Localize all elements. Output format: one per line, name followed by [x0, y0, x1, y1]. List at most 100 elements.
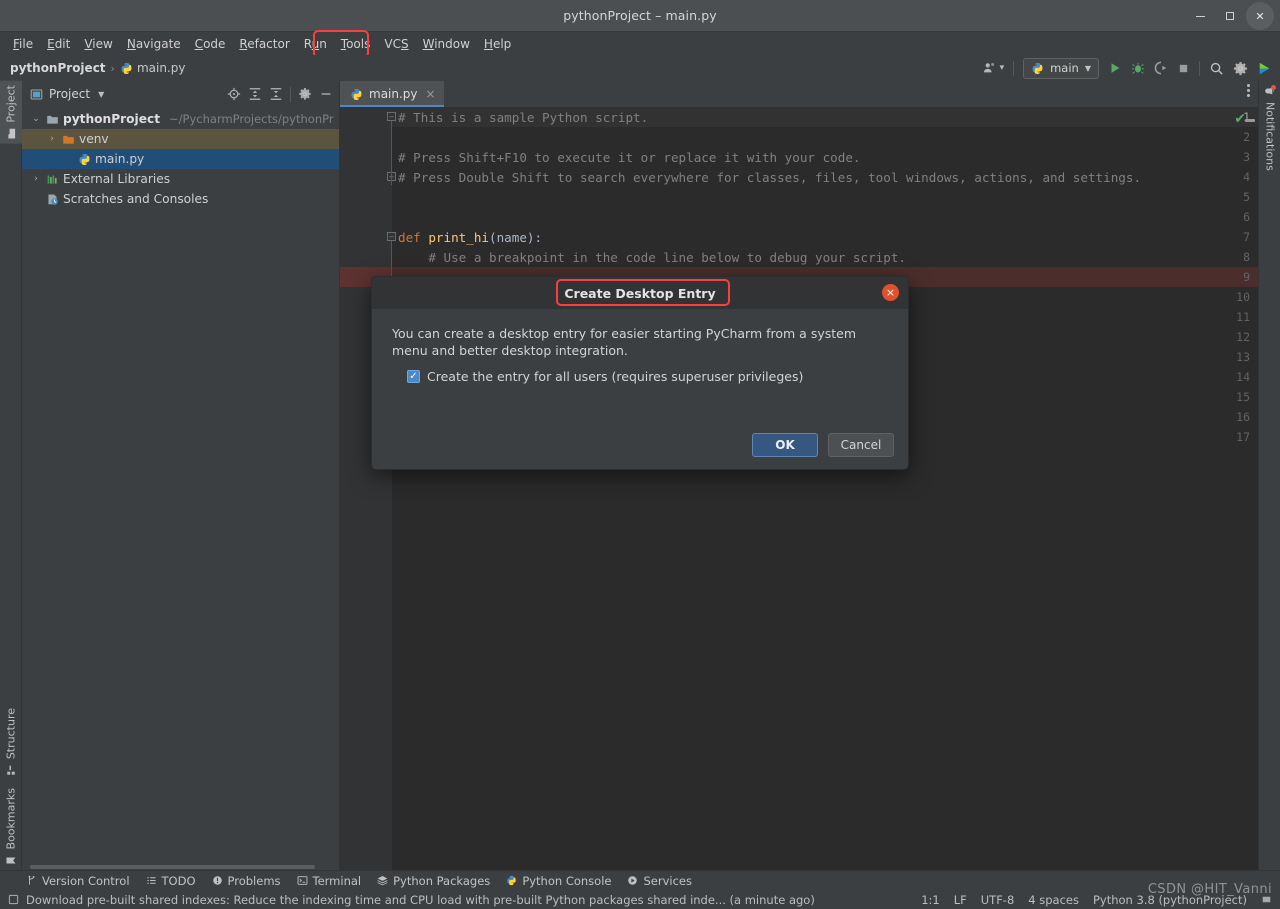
breadcrumb-project[interactable]: pythonProject: [10, 61, 106, 75]
packages-icon: [377, 875, 388, 886]
line-number: 6: [1243, 210, 1250, 224]
window-controls: ✕: [1186, 0, 1274, 32]
tool-window-label: Problems: [227, 873, 281, 888]
account-button[interactable]: ▾: [982, 61, 1004, 75]
status-message[interactable]: Download pre-built shared indexes: Reduc…: [26, 893, 815, 907]
right-tab-label: Notifications: [1263, 102, 1277, 171]
code-line[interactable]: def print_hi(name):: [398, 230, 542, 245]
left-tab-bookmarks[interactable]: Bookmarks: [0, 784, 22, 870]
debug-button[interactable]: [1131, 61, 1145, 75]
tree-item-path: ~/PycharmProjects/pythonPr: [169, 112, 334, 126]
code-token: (name):: [489, 230, 543, 245]
search-icon[interactable]: [1209, 61, 1224, 76]
all-users-checkbox-row[interactable]: ✓ Create the entry for all users (requir…: [392, 369, 888, 384]
code-fold-toggle[interactable]: −: [387, 112, 396, 121]
chevron-down-icon: ▼: [1084, 63, 1091, 73]
menu-item-code[interactable]: Code: [188, 35, 233, 53]
python-file-icon: [350, 88, 363, 101]
tool-window-problems[interactable]: Problems: [212, 874, 281, 888]
caret-position[interactable]: 1:1: [921, 893, 940, 907]
expand-all-icon[interactable]: [248, 87, 262, 101]
tool-window-version-control[interactable]: Version Control: [26, 874, 130, 888]
editor-tab-label: main.py: [369, 87, 418, 101]
project-panel-toolbar: [227, 86, 333, 102]
code-fold-toggle[interactable]: −: [387, 232, 396, 241]
gear-icon[interactable]: [1233, 61, 1248, 76]
tool-window-services[interactable]: Services: [627, 874, 692, 888]
stop-button[interactable]: [1177, 62, 1190, 75]
code-line[interactable]: # Use a breakpoint in the code line belo…: [398, 250, 906, 265]
minimize-icon[interactable]: [319, 87, 333, 101]
run-button[interactable]: [1108, 61, 1122, 75]
memory-icon[interactable]: [1261, 894, 1272, 905]
tree-item-scratches-and-consoles[interactable]: Scratches and Consoles: [22, 189, 339, 209]
tree-expand-arrow[interactable]: ⌄: [30, 114, 42, 124]
tree-expand-arrow[interactable]: ›: [30, 174, 42, 184]
ok-button[interactable]: OK: [752, 433, 818, 457]
tree-item-venv[interactable]: › venv: [22, 129, 339, 149]
code-editor[interactable]: 1− # This is a sample Python script. 2 3 # P…: [340, 107, 1258, 870]
gear-icon[interactable]: [298, 87, 312, 101]
encoding[interactable]: UTF-8: [981, 893, 1015, 907]
code-token: # Press Double Shift to search everywher…: [398, 170, 1142, 185]
minimize-button[interactable]: [1186, 2, 1214, 30]
editor-options-button[interactable]: [1247, 84, 1250, 97]
code-line[interactable]: # Press Shift+F10 to execute it or repla…: [398, 150, 861, 165]
locate-icon[interactable]: [227, 87, 241, 101]
tool-window-python-console[interactable]: Python Console: [506, 874, 611, 888]
chevron-down-icon[interactable]: ▼: [98, 90, 104, 99]
create-desktop-entry-dialog: Create Desktop Entry × You can create a …: [371, 276, 909, 470]
ai-assistant-icon[interactable]: [1257, 61, 1272, 76]
tree-expand-arrow[interactable]: ›: [46, 134, 58, 144]
status-indicators: 1:1 LF UTF-8 4 spaces Python 3.8 (python…: [921, 893, 1272, 907]
menu-item-edit[interactable]: Edit: [40, 35, 77, 53]
coverage-button[interactable]: [1154, 61, 1168, 75]
menu-item-window[interactable]: Window: [416, 35, 477, 53]
close-button[interactable]: ✕: [1246, 2, 1274, 30]
close-icon[interactable]: ×: [426, 87, 436, 101]
scrollbar-thumb[interactable]: [30, 865, 315, 869]
project-icon: [30, 88, 43, 101]
left-tab-project[interactable]: Project: [0, 81, 22, 144]
menu-item-view[interactable]: View: [77, 35, 119, 53]
run-configuration-selector[interactable]: main ▼: [1023, 57, 1099, 79]
menu-item-run[interactable]: Run: [297, 35, 334, 53]
menu-item-help[interactable]: Help: [477, 35, 518, 53]
tree-item-main-py[interactable]: main.py: [22, 149, 339, 169]
breadcrumb-file[interactable]: main.py: [137, 61, 186, 75]
cancel-button[interactable]: Cancel: [828, 433, 894, 457]
tool-window-python-packages[interactable]: Python Packages: [377, 874, 490, 888]
left-tab-structure[interactable]: Structure: [0, 704, 22, 780]
code-line[interactable]: # This is a sample Python script.: [398, 110, 648, 125]
tree-item-pythonproject[interactable]: ⌄ pythonProject ~/PycharmProjects/pythonPr: [22, 109, 339, 129]
right-tool-strip: Notifications: [1258, 81, 1280, 870]
status-message-group[interactable]: Download pre-built shared indexes: Reduc…: [8, 893, 815, 907]
tool-window-todo[interactable]: TODO: [146, 874, 196, 888]
editor-tab-main-py[interactable]: main.py ×: [340, 81, 444, 107]
maximize-button[interactable]: [1216, 2, 1244, 30]
menu-item-tools[interactable]: Tools: [334, 35, 378, 53]
menu-item-file[interactable]: File: [6, 35, 40, 53]
folder-icon: [46, 113, 59, 126]
menu-item-vcs[interactable]: VCS: [377, 35, 415, 53]
code-token: # Press Shift+F10 to execute it or repla…: [398, 150, 861, 165]
dialog-title-bar: Create Desktop Entry ×: [372, 277, 908, 309]
tree-item-external-libraries[interactable]: › External Libraries: [22, 169, 339, 189]
project-tool-window: Project ▼ ⌄ pythonProject ~/PycharmProje…: [22, 81, 340, 870]
left-tab-label: Bookmarks: [4, 787, 18, 849]
menu-item-navigate[interactable]: Navigate: [120, 35, 188, 53]
project-tree: ⌄ pythonProject ~/PycharmProjects/pythonPr…: [22, 107, 339, 209]
menu-item-refactor[interactable]: Refactor: [232, 35, 296, 53]
dialog-close-button[interactable]: ×: [882, 284, 899, 301]
indent-setting[interactable]: 4 spaces: [1028, 893, 1079, 907]
code-line[interactable]: # Press Double Shift to search everywher…: [398, 170, 1141, 185]
main-toolbar: ▾ main ▼: [982, 55, 1272, 81]
line-number: 4: [1243, 170, 1250, 184]
editor-gutter[interactable]: [340, 107, 392, 870]
line-separator[interactable]: LF: [954, 893, 967, 907]
tool-window-terminal[interactable]: Terminal: [297, 874, 361, 888]
right-tab-notifications[interactable]: Notifications: [1259, 81, 1280, 175]
interpreter[interactable]: Python 3.8 (pythonProject): [1093, 893, 1247, 907]
all-users-checkbox[interactable]: ✓: [407, 370, 420, 383]
collapse-all-icon[interactable]: [269, 87, 283, 101]
